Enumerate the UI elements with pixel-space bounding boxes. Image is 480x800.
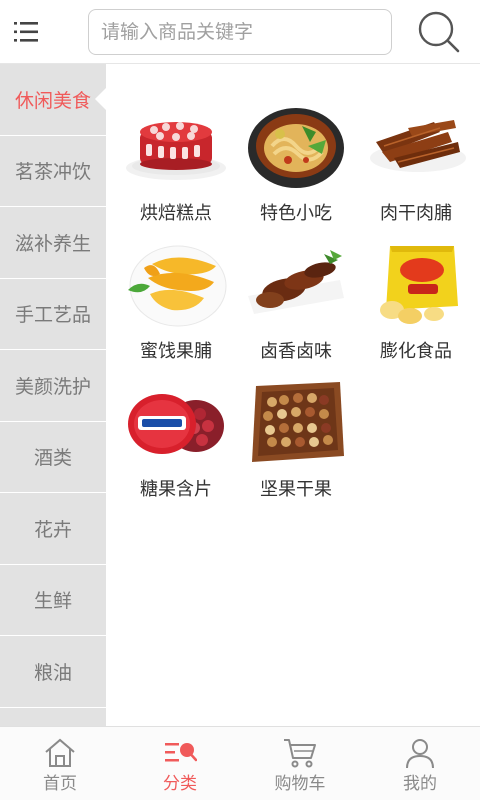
product-item-noodles[interactable]: 特色小吃: [236, 84, 356, 224]
menu-icon[interactable]: [14, 20, 40, 44]
sidebar-item-crafts[interactable]: 手工艺品: [0, 278, 106, 350]
product-item-dried-fruit[interactable]: 蜜饯果脯: [116, 222, 236, 362]
sidebar-item-label: 茗茶冲饮: [14, 161, 91, 184]
sidebar-item-more[interactable]: [0, 707, 106, 726]
sidebar-item-fresh[interactable]: 生鲜: [0, 564, 106, 636]
category-icon: [165, 743, 197, 762]
nav-label: 分类: [163, 774, 197, 794]
category-sidebar: 休闲美食 茗茶冲饮 滋补养生 手工艺品 美颜洗护 酒类 花卉 生鲜 粮油: [0, 64, 106, 726]
sidebar-item-tea[interactable]: 茗茶冲饮: [0, 135, 106, 207]
cake-image: [126, 122, 226, 180]
nav-label: 我的: [403, 774, 437, 794]
sidebar-item-label: 美颜洗护: [14, 375, 91, 398]
sidebar-item-label: 滋补养生: [14, 232, 91, 255]
noodle-bowl-image: [248, 108, 344, 188]
product-label: 坚果干果: [260, 479, 332, 500]
dried-mango-image: [128, 245, 227, 327]
bottom-nav: 首页 分类 购物车 我的: [0, 726, 480, 800]
cart-icon: [284, 739, 316, 768]
home-icon: [45, 738, 75, 767]
nav-label: 购物车: [274, 774, 326, 794]
nav-home[interactable]: 首页: [0, 727, 120, 800]
sidebar-item-label: 休闲美食: [14, 89, 91, 112]
nav-cart[interactable]: 购物车: [240, 727, 360, 800]
product-label: 膨化食品: [380, 341, 452, 362]
sidebar-item-label: 粮油: [33, 661, 72, 684]
top-header: [0, 0, 480, 64]
search-box[interactable]: [88, 9, 392, 55]
sidebar-item-label: 生鲜: [33, 590, 72, 613]
product-item-puffed[interactable]: 膨化食品: [356, 222, 476, 362]
product-grid: 烘焙糕点 特色小吃 肉干肉脯 蜜饯果脯 卤香卤味 膨化食品 糖果含片 坚果干果: [106, 64, 480, 726]
search-icon[interactable]: [416, 10, 462, 54]
sidebar-item-label: 花卉: [33, 518, 72, 541]
product-item-braised[interactable]: 卤香卤味: [236, 222, 356, 362]
product-item-candy[interactable]: 糖果含片: [116, 360, 236, 500]
product-item-nuts[interactable]: 坚果干果: [236, 360, 356, 500]
user-icon: [406, 739, 434, 769]
nuts-box-image: [252, 382, 344, 462]
sidebar-item-beauty[interactable]: 美颜洗护: [0, 350, 106, 422]
product-item-jerky[interactable]: 肉干肉脯: [356, 84, 476, 224]
sidebar-item-liquor[interactable]: 酒类: [0, 421, 106, 493]
candy-tin-image: [128, 394, 224, 454]
snack-bag-image: [380, 246, 458, 324]
search-input[interactable]: [89, 10, 391, 54]
sidebar-item-snacks[interactable]: 休闲美食: [0, 64, 106, 136]
product-label: 糖果含片: [140, 479, 212, 500]
braised-duck-image: [248, 250, 344, 314]
sidebar-item-label: 酒类: [33, 447, 72, 470]
nav-label: 首页: [43, 774, 77, 794]
sidebar-item-grain-oil[interactable]: 粮油: [0, 636, 106, 708]
product-item-cake[interactable]: 烘焙糕点: [116, 84, 236, 224]
sidebar-item-flowers[interactable]: 花卉: [0, 493, 106, 565]
nav-profile[interactable]: 我的: [360, 727, 480, 800]
sidebar-item-label: 手工艺品: [14, 304, 91, 327]
sidebar-item-health[interactable]: 滋补养生: [0, 207, 106, 279]
jerky-image: [370, 120, 466, 172]
nav-category[interactable]: 分类: [120, 727, 240, 800]
